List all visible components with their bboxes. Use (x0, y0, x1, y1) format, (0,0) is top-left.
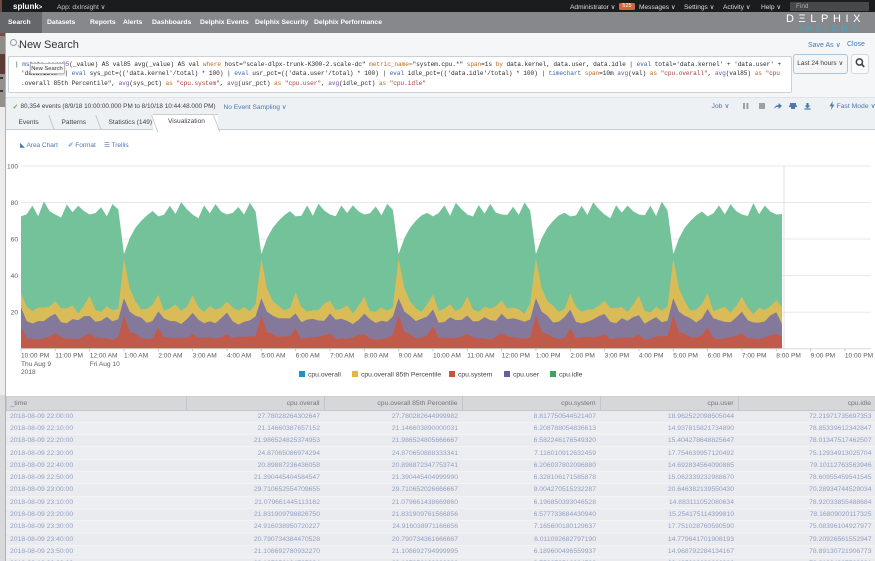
svg-text:1:00 PM: 1:00 PM (536, 353, 561, 360)
svg-text:40: 40 (11, 273, 19, 280)
svg-text:5:00 PM: 5:00 PM (673, 353, 698, 360)
svg-text:5:00 AM: 5:00 AM (261, 353, 285, 360)
svg-text:6:00 AM: 6:00 AM (296, 353, 320, 360)
svg-text:10:00 PM: 10:00 PM (21, 353, 49, 360)
svg-text:2:00 AM: 2:00 AM (158, 353, 182, 360)
svg-text:12:00 AM: 12:00 AM (90, 353, 118, 360)
svg-text:6:00 PM: 6:00 PM (708, 353, 733, 360)
svg-text:9:00 AM: 9:00 AM (399, 353, 423, 360)
svg-text:20: 20 (11, 310, 19, 317)
svg-text:3:00 PM: 3:00 PM (605, 353, 630, 360)
svg-text:7:00 PM: 7:00 PM (742, 353, 767, 360)
svg-text:60: 60 (11, 236, 19, 243)
svg-text:2018: 2018 (21, 369, 36, 376)
svg-text:100: 100 (7, 163, 18, 170)
svg-text:2:00 PM: 2:00 PM (570, 353, 595, 360)
svg-text:9:00 PM: 9:00 PM (811, 353, 836, 360)
svg-text:Thu Aug 9: Thu Aug 9 (21, 361, 51, 368)
svg-text:10:00 PM: 10:00 PM (845, 353, 873, 360)
svg-text:4:00 PM: 4:00 PM (639, 353, 664, 360)
svg-text:11:00 PM: 11:00 PM (55, 353, 83, 360)
svg-text:1:00 AM: 1:00 AM (124, 353, 148, 360)
svg-text:3:00 AM: 3:00 AM (193, 353, 217, 360)
svg-text:8:00 AM: 8:00 AM (364, 353, 388, 360)
svg-text:8:00 PM: 8:00 PM (776, 353, 801, 360)
svg-text:10:00 AM: 10:00 AM (433, 353, 461, 360)
svg-text:80: 80 (11, 200, 19, 207)
svg-text:12:00 PM: 12:00 PM (502, 353, 530, 360)
svg-text:4:00 AM: 4:00 AM (227, 353, 251, 360)
svg-text:Fri Aug 10: Fri Aug 10 (90, 361, 120, 368)
svg-text:11:00 AM: 11:00 AM (467, 353, 494, 360)
svg-text:7:00 AM: 7:00 AM (330, 353, 354, 360)
